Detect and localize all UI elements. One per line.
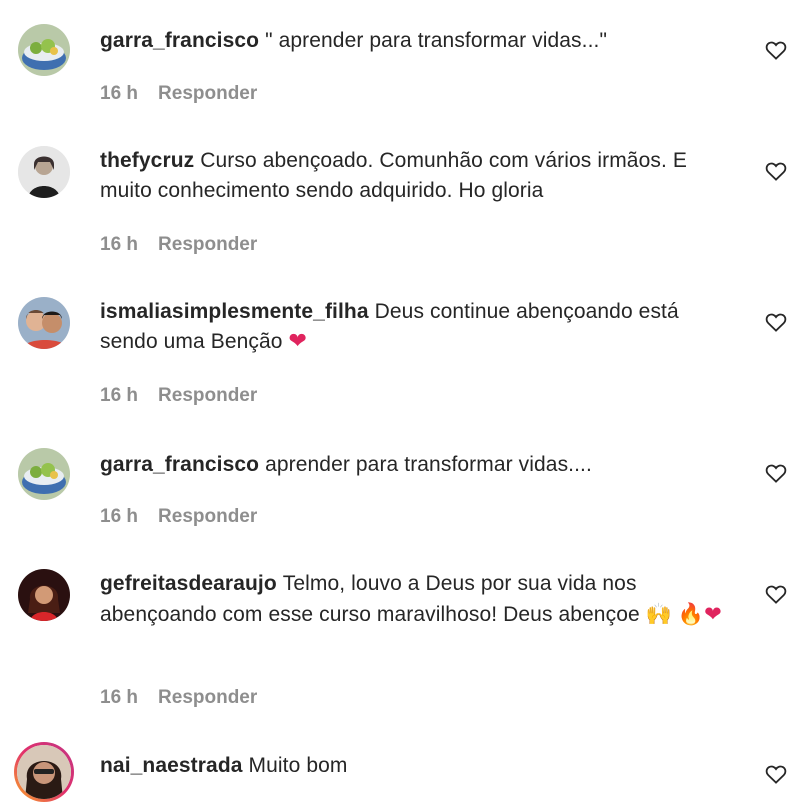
comment-meta: 16 h Responder — [100, 687, 257, 709]
comment-time: 16 h — [100, 687, 139, 708]
comment-body: aprender para transformar vidas.... — [265, 453, 592, 476]
heart-outline-icon[interactable] — [765, 312, 789, 334]
heart-outline-icon[interactable] — [765, 40, 789, 62]
reply-button[interactable]: Responder — [158, 385, 257, 407]
comment-text: thefycruz Curso abençoado. Comunhão com v… — [100, 146, 740, 206]
heart-outline-icon[interactable] — [765, 764, 789, 786]
comment-username[interactable]: ismaliasimplesmente_filha — [100, 300, 369, 323]
comment-meta: 16 h Responder — [100, 385, 257, 407]
comment-time: 16 h — [100, 234, 139, 255]
reply-button[interactable]: Responder — [158, 506, 257, 528]
comment-body: " aprender para transformar vidas..." — [265, 29, 608, 52]
comment-time: 16 h — [100, 385, 139, 406]
comment-text: gefreitasdearaujo Telmo, louvo a Deus por… — [100, 569, 740, 630]
comment-text: garra_francisco aprender para transformar… — [100, 450, 740, 480]
comment-text: ismaliasimplesmente_filha Deus continue a… — [100, 297, 740, 357]
couple-avatar[interactable] — [18, 297, 70, 349]
woman-avatar[interactable] — [18, 569, 70, 621]
comment-meta: 16 h Responder — [100, 234, 257, 256]
woman-smiling-avatar[interactable] — [14, 742, 74, 802]
heart-outline-icon[interactable] — [765, 463, 789, 485]
comment-username[interactable]: garra_francisco — [100, 29, 259, 52]
comment-username[interactable]: nai_naestrada — [100, 754, 243, 777]
reply-button[interactable]: Responder — [158, 83, 257, 105]
person-avatar[interactable] — [18, 146, 70, 198]
salad-bowl-avatar[interactable] — [18, 24, 70, 76]
red-heart-emoji: ❤ — [288, 329, 308, 354]
reply-button[interactable]: Responder — [158, 687, 257, 709]
heart-outline-icon[interactable] — [765, 584, 789, 606]
comment-time: 16 h — [100, 83, 139, 104]
salad-bowl-avatar[interactable] — [18, 448, 70, 500]
reply-button[interactable]: Responder — [158, 234, 257, 256]
avatar-inner — [17, 745, 71, 799]
comment-text: garra_francisco " aprender para transform… — [100, 26, 740, 56]
raised-hands-emoji: 🙌 — [645, 602, 672, 626]
heart-outline-icon[interactable] — [765, 161, 789, 183]
comment-username[interactable]: gefreitasdearaujo — [100, 572, 277, 595]
comment-text: nai_naestrada Muito bom — [100, 751, 740, 781]
comment-username[interactable]: garra_francisco — [100, 453, 259, 476]
comment-username[interactable]: thefycruz — [100, 149, 194, 172]
comment-meta: 16 h Responder — [100, 506, 257, 528]
fire-heart-emoji: 🔥❤ — [677, 602, 722, 626]
comment-meta: 16 h Responder — [100, 83, 257, 105]
comment-body: Muito bom — [248, 754, 348, 777]
comment-time: 16 h — [100, 506, 139, 527]
